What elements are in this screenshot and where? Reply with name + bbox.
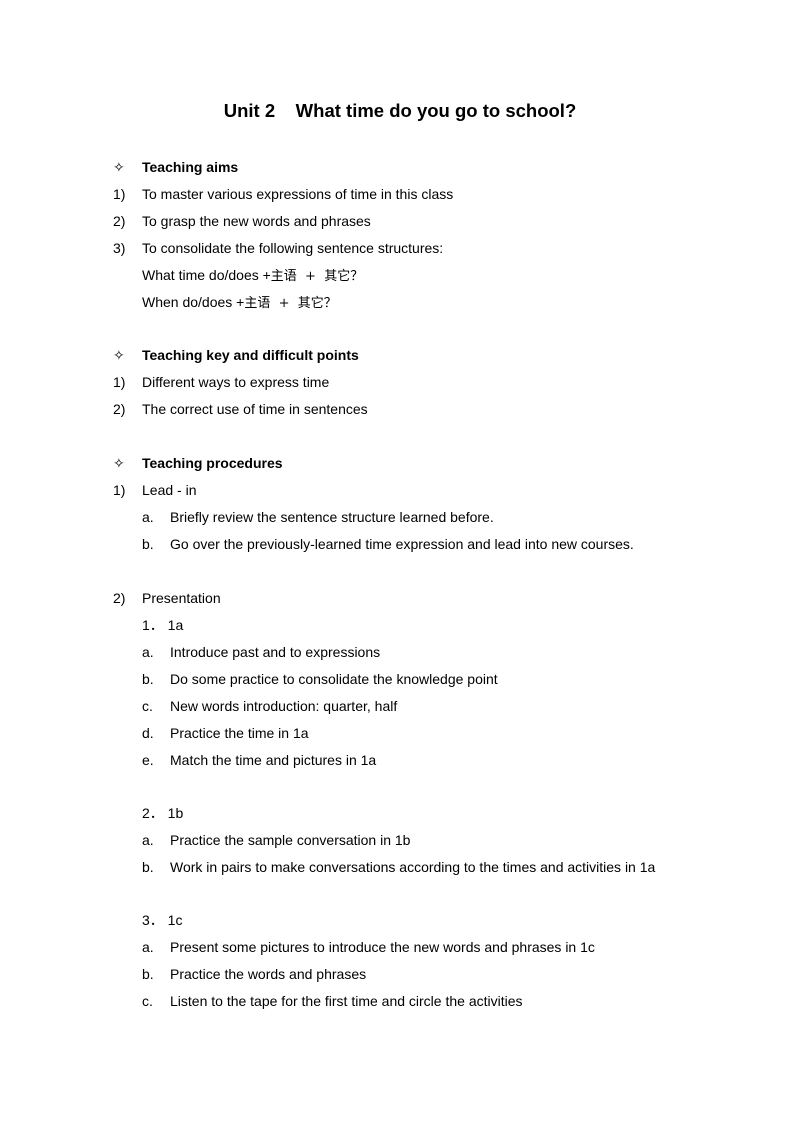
- list-marker: 3): [113, 240, 126, 256]
- list-marker: e.: [142, 752, 154, 768]
- list-item: Do some practice to consolidate the know…: [170, 671, 498, 687]
- list-item: Practice the time in 1a: [170, 725, 309, 741]
- list-marker: b.: [142, 671, 154, 687]
- list-item: To master various expressions of time in…: [142, 186, 454, 202]
- diamond-bullet-icon: ✧: [113, 159, 125, 175]
- list-item: Briefly review the sentence structure le…: [170, 509, 494, 525]
- list-marker: d.: [142, 725, 154, 741]
- list-marker: 2): [113, 590, 126, 606]
- list-marker: 1): [113, 374, 126, 390]
- diamond-bullet-icon: ✧: [113, 347, 125, 363]
- list-marker: b.: [142, 966, 154, 982]
- structure-en: What time do/does +: [142, 267, 271, 283]
- list-marker: a.: [142, 832, 154, 848]
- list-item: Match the time and pictures in 1a: [170, 752, 377, 768]
- list-marker: a.: [142, 939, 154, 955]
- structure-cn: 主语 + 其它？: [270, 269, 364, 284]
- sentence-structure: What time do/does +主语 + 其它？: [142, 266, 363, 286]
- list-item: New words introduction: quarter, half: [170, 698, 398, 714]
- list-item: Introduce past and to expressions: [170, 644, 381, 660]
- list-marker: b.: [142, 859, 154, 875]
- diamond-bullet-icon: ✧: [113, 455, 125, 471]
- list-marker: a.: [142, 644, 154, 660]
- structure-en: When do/does +: [142, 294, 245, 310]
- list-item: To consolidate the following sentence st…: [142, 240, 444, 256]
- list-item: Practice the words and phrases: [170, 966, 367, 982]
- sub-part-label: 3． 1c: [142, 912, 183, 928]
- procedure-step-lead-in: Lead - in: [142, 482, 197, 498]
- list-marker: 1): [113, 186, 126, 202]
- sentence-structure: When do/does +主语 + 其它？: [142, 293, 337, 313]
- list-item: Listen to the tape for the first time an…: [170, 993, 523, 1009]
- list-marker: b.: [142, 536, 154, 552]
- procedure-step-presentation: Presentation: [142, 590, 221, 606]
- sub-part-label: 2． 1b: [142, 805, 184, 821]
- list-item: Present some pictures to introduce the n…: [170, 939, 595, 955]
- list-item: Work in pairs to make conversations acco…: [170, 859, 656, 875]
- list-item: To grasp the new words and phrases: [142, 213, 371, 229]
- list-marker: c.: [142, 993, 153, 1009]
- list-item: Practice the sample conversation in 1b: [170, 832, 411, 848]
- structure-cn: 主语 + 其它？: [244, 296, 337, 311]
- list-item: The correct use of time in sentences: [142, 401, 368, 417]
- document-title: Unit 2 What time do you go to school?: [223, 100, 577, 121]
- list-marker: 2): [113, 401, 126, 417]
- section-heading-aims: Teaching aims: [142, 159, 239, 175]
- list-item: Go over the previously-learned time expr…: [170, 536, 634, 552]
- sub-part-label: 1． 1a: [142, 617, 184, 633]
- list-marker: 2): [113, 213, 126, 229]
- list-marker: a.: [142, 509, 154, 525]
- list-marker: 1): [113, 482, 126, 498]
- list-marker: c.: [142, 698, 153, 714]
- section-heading-key-points: Teaching key and difficult points: [142, 347, 359, 363]
- list-item: Different ways to express time: [142, 374, 330, 390]
- section-heading-procedures: Teaching procedures: [142, 455, 283, 471]
